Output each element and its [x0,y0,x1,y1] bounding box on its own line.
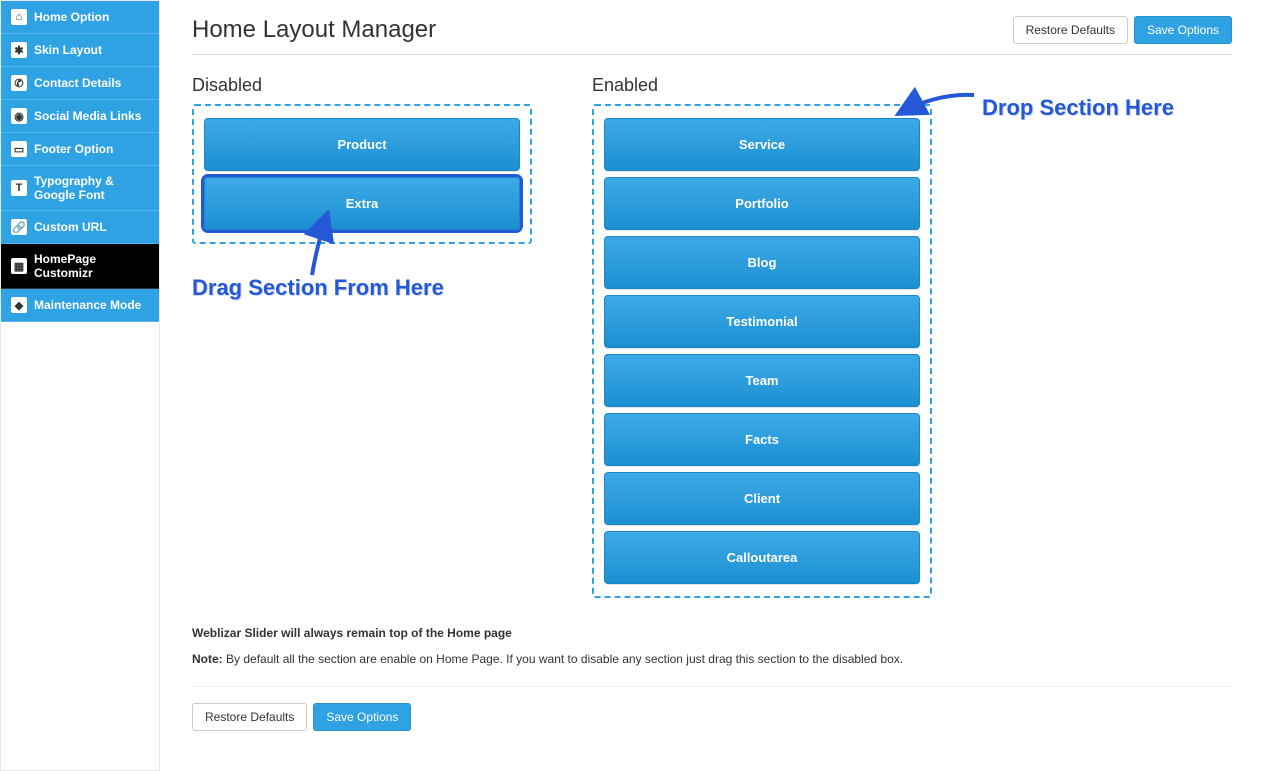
grid-icon: ▦ [11,258,27,274]
note-label: Note: [192,652,223,666]
sidebar-item-label: Typography & Google Font [34,174,149,202]
sidebar-item-custom-url[interactable]: 🔗 Custom URL [1,211,159,244]
sidebar-item-homepage-customizr[interactable]: ▦ HomePage Customizr [1,244,159,289]
sidebar-item-label: Footer Option [34,142,113,156]
restore-defaults-button-top[interactable]: Restore Defaults [1013,16,1128,44]
disabled-heading: Disabled [192,75,532,96]
layout-columns: Disabled Product Extra Drag Section From… [192,75,1232,598]
enabled-heading: Enabled [592,75,932,96]
home-icon: ⌂ [11,9,27,25]
main-content: Home Layout Manager Restore Defaults Sav… [160,0,1264,771]
section-tile-calloutarea[interactable]: Calloutarea [604,531,920,584]
skin-icon: ✱ [11,42,27,58]
section-tile-product[interactable]: Product [204,118,520,171]
phone-icon: ✆ [11,75,27,91]
link-icon: 🔗 [11,219,27,235]
sidebar-item-label: Maintenance Mode [34,298,141,312]
section-tile-portfolio[interactable]: Portfolio [604,177,920,230]
top-button-row: Restore Defaults Save Options [1013,16,1232,44]
sidebar-item-contact-details[interactable]: ✆ Contact Details [1,67,159,100]
sidebar-item-label: Custom URL [34,220,107,234]
section-tile-extra[interactable]: Extra [204,177,520,230]
sidebar-item-label: Contact Details [34,76,121,90]
bottom-button-row: Restore Defaults Save Options [192,686,1232,731]
save-options-button-bottom[interactable]: Save Options [313,703,411,731]
maintenance-icon: ◆ [11,297,27,313]
camera-icon: ◉ [11,108,27,124]
arrow-icon [292,210,352,280]
slider-note: Weblizar Slider will always remain top o… [192,626,1232,640]
sidebar-item-label: HomePage Customizr [34,252,149,280]
sidebar-item-label: Skin Layout [34,43,102,57]
section-tile-client[interactable]: Client [604,472,920,525]
sidebar-item-label: Social Media Links [34,109,141,123]
app-root: ⌂ Home Option ✱ Skin Layout ✆ Contact De… [0,0,1264,771]
enabled-column: Enabled Service Portfolio Blog Testimoni… [592,75,932,598]
sidebar-item-social-media-links[interactable]: ◉ Social Media Links [1,100,159,133]
section-tile-service[interactable]: Service [604,118,920,171]
disabled-column: Disabled Product Extra Drag Section From… [192,75,532,598]
default-note: Note: By default all the section are ena… [192,652,1232,666]
save-options-button-top[interactable]: Save Options [1134,16,1232,44]
page-title: Home Layout Manager [192,16,436,44]
section-tile-team[interactable]: Team [604,354,920,407]
sidebar-item-skin-layout[interactable]: ✱ Skin Layout [1,34,159,67]
section-tile-blog[interactable]: Blog [604,236,920,289]
sidebar-item-label: Home Option [34,10,109,24]
sidebar-item-maintenance-mode[interactable]: ◆ Maintenance Mode [1,289,159,322]
disabled-dropzone[interactable]: Product Extra [192,104,532,244]
notes: Weblizar Slider will always remain top o… [192,626,1232,731]
enabled-dropzone[interactable]: Service Portfolio Blog Testimonial Team … [592,104,932,598]
sidebar-item-footer-option[interactable]: ▭ Footer Option [1,133,159,166]
sidebar-item-typography[interactable]: T Typography & Google Font [1,166,159,211]
footer-icon: ▭ [11,141,27,157]
arrow-icon [892,85,982,125]
page-header: Home Layout Manager Restore Defaults Sav… [192,16,1232,55]
restore-defaults-button-bottom[interactable]: Restore Defaults [192,703,307,731]
note-body: By default all the section are enable on… [223,652,903,666]
section-tile-facts[interactable]: Facts [604,413,920,466]
settings-sidebar: ⌂ Home Option ✱ Skin Layout ✆ Contact De… [0,0,160,771]
section-tile-testimonial[interactable]: Testimonial [604,295,920,348]
drop-annotation: Drop Section Here [982,95,1174,121]
typography-icon: T [11,180,27,196]
sidebar-item-home-option[interactable]: ⌂ Home Option [1,1,159,34]
